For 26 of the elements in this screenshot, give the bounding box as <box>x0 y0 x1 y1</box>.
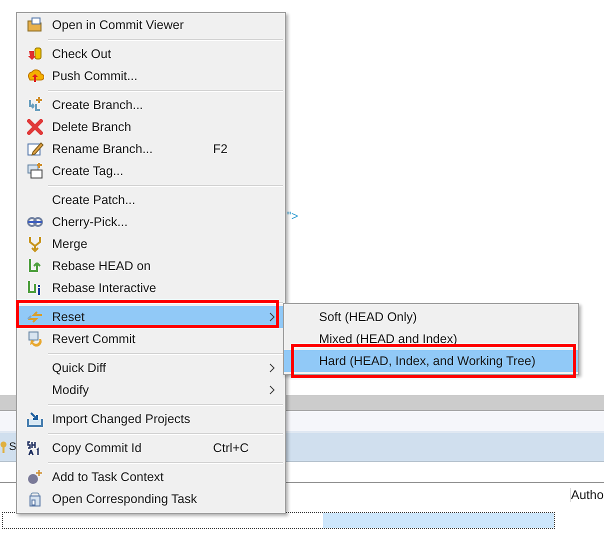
menu-item[interactable]: Create Tag... <box>17 160 285 182</box>
menu-item[interactable]: Import Changed Projects <box>17 408 285 430</box>
menu-item[interactable]: Push Commit... <box>17 65 285 87</box>
code-text: "> <box>287 209 298 223</box>
menu-item[interactable]: Hard (HEAD, Index, and Working Tree) <box>284 350 578 372</box>
menu-item[interactable]: Revert Commit <box>17 328 285 350</box>
menu-item[interactable]: Add to Task Context <box>17 466 285 488</box>
shortcut-text: Ctrl+C <box>213 441 250 455</box>
commit-row-text: S <box>9 441 16 453</box>
menu-item[interactable]: Create Patch... <box>17 189 285 211</box>
menu-item[interactable]: Soft (HEAD Only) <box>284 306 578 328</box>
menu-item[interactable]: Check Out <box>17 43 285 65</box>
column-header[interactable]: Autho <box>570 488 604 502</box>
menu-item[interactable]: Quick Diff <box>17 357 285 379</box>
menu-item[interactable]: Rebase Interactive <box>17 277 285 299</box>
menu-item[interactable]: Open Corresponding Task <box>17 488 285 510</box>
menu-item[interactable]: Copy Commit Id Ctrl+C <box>17 437 285 459</box>
menu-item[interactable]: Open in Commit Viewer <box>17 14 285 36</box>
menu-item[interactable]: Create Branch... <box>17 94 285 116</box>
menu-item[interactable]: Merge <box>17 233 285 255</box>
menu-item[interactable]: Rebase HEAD on <box>17 255 285 277</box>
menu-item[interactable]: Modify <box>17 379 285 401</box>
menu-item[interactable]: Delete Branch <box>17 116 285 138</box>
menu-item[interactable]: Rename Branch... F2 <box>17 138 285 160</box>
shortcut-text: F2 <box>213 142 229 156</box>
menu-item[interactable]: Cherry-Pick... <box>17 211 285 233</box>
